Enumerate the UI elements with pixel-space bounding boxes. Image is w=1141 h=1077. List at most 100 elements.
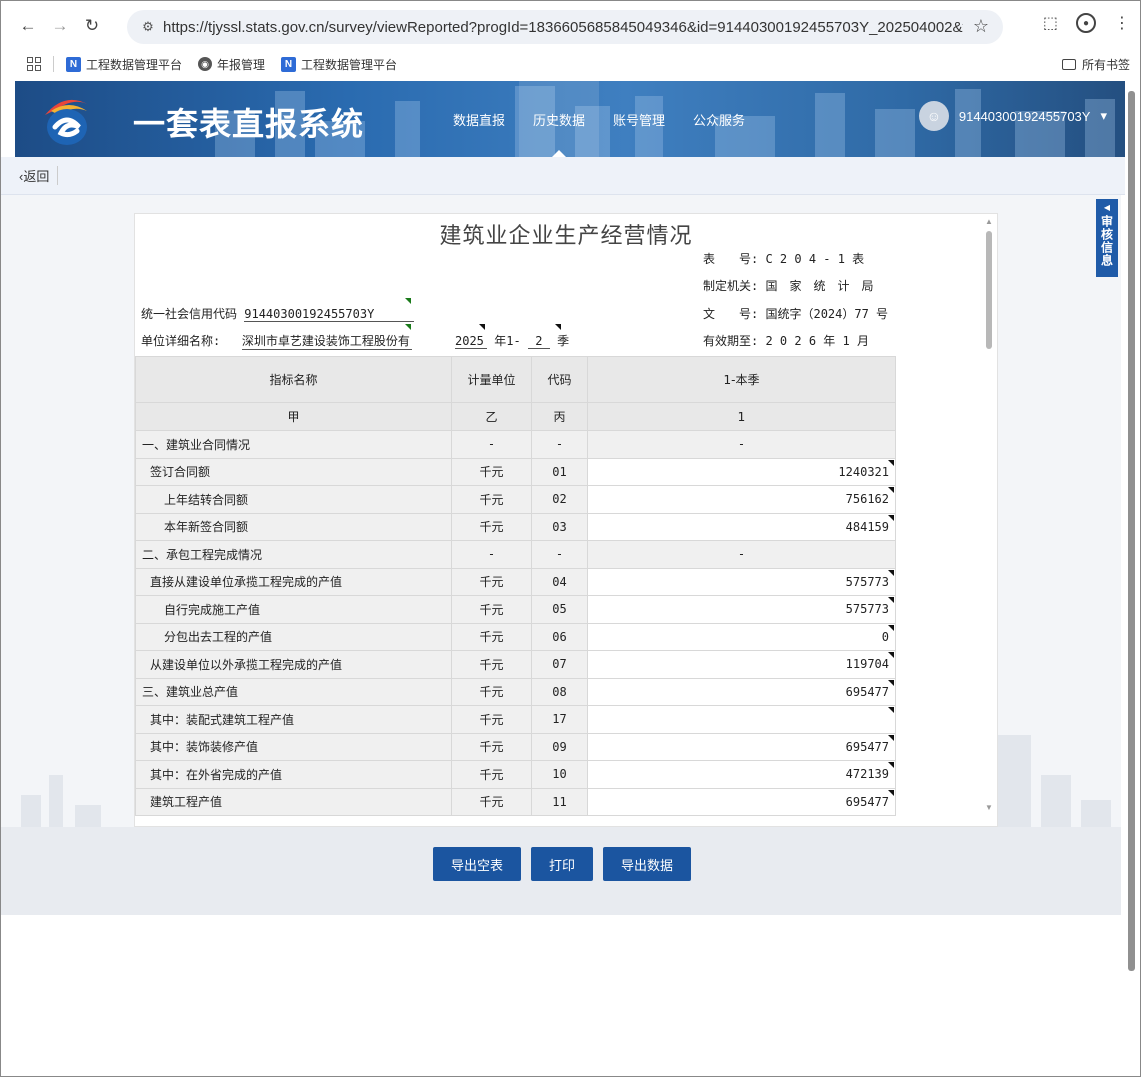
year-field[interactable]: 2025 <box>455 334 487 349</box>
meta-authority: 制定机关: 国 家 统 计 局 <box>703 277 873 294</box>
row-unit: 千元 <box>451 485 532 514</box>
row-value-cell[interactable]: 575773 <box>587 595 896 624</box>
report-title: 建筑业企业生产经营情况 <box>439 224 693 249</box>
all-bookmarks-label: 所有书签 <box>1081 58 1130 72</box>
menu-dots-icon[interactable]: ⋮ <box>1114 13 1130 33</box>
report-scrollbar[interactable]: ▲ ▼ <box>984 217 994 812</box>
divider <box>53 56 54 72</box>
row-unit: - <box>451 430 532 459</box>
logo-icon <box>45 99 89 145</box>
meta-label: 表 号: <box>703 252 759 266</box>
bookmark-label: 工程数据管理平台 <box>301 57 398 72</box>
row-value-cell[interactable]: 119704 <box>587 650 896 679</box>
meta-value: 国统字（2024）77 号 <box>765 307 889 321</box>
caret-left-icon: ◀ <box>1103 203 1111 212</box>
export-empty-button[interactable]: 导出空表 <box>433 847 522 881</box>
year-suffix: 年1- <box>494 334 521 348</box>
nav-public-service[interactable]: 公众服务 <box>679 81 759 157</box>
row-value-cell[interactable]: 1240321 <box>587 457 896 486</box>
export-data-button[interactable]: 导出数据 <box>603 847 692 881</box>
row-unit: 千元 <box>451 677 532 706</box>
row-name: 签订合同额 <box>135 457 452 486</box>
col-code: 丙 <box>531 402 588 431</box>
row-value-cell[interactable]: 695477 <box>587 677 896 706</box>
url-field[interactable]: ⚙ https://tjyssl.stats.gov.cn/survey/vie… <box>127 10 1003 44</box>
row-unit: 千元 <box>451 732 532 761</box>
period-row: 2025 年1- 2 季 <box>455 332 569 349</box>
url-text[interactable]: https://tjyssl.stats.gov.cn/survey/viewR… <box>163 19 963 36</box>
table-row: 三、建筑业总产值 千元 08 695477 <box>135 677 896 706</box>
apps-grid-icon[interactable] <box>27 57 41 71</box>
row-unit: 千元 <box>451 787 532 816</box>
unit-name-row: 单位详细名称: 深圳市卓艺建设装饰工程股份有 <box>141 332 412 350</box>
row-name: 上年结转合同额 <box>135 485 452 514</box>
page-scroll-thumb[interactable] <box>1128 91 1135 971</box>
app-header: 一套表直报系统 数据直报 历史数据 账号管理 公众服务 ☺ 9144030019… <box>15 81 1125 157</box>
site-settings-icon[interactable]: ⚙ <box>133 19 163 35</box>
credit-code-field[interactable]: 91440300192455703Y <box>244 307 415 322</box>
scroll-thumb[interactable] <box>986 231 992 349</box>
forward-arrow-icon[interactable]: → <box>47 13 73 39</box>
scroll-down-icon[interactable]: ▼ <box>985 803 993 812</box>
bookmark-star-icon[interactable]: ☆ <box>973 16 989 37</box>
row-code: 06 <box>531 622 588 651</box>
report-table: 指标名称 计量单位 代码 1-本季 甲 乙 丙 1 一、建筑业合同情况 - - - 签订… <box>135 356 896 816</box>
bookmark-label: 工程数据管理平台 <box>86 57 183 72</box>
chart-icon: N <box>281 56 297 72</box>
row-value-cell: - <box>587 540 896 569</box>
table-row: 从建设单位以外承揽工程完成的产值 千元 07 119704 <box>135 650 896 679</box>
reload-icon[interactable]: ↻ <box>79 13 105 39</box>
page-scrollbar[interactable] <box>1124 81 1138 1076</box>
row-value-cell[interactable]: 472139 <box>587 760 896 789</box>
row-value-cell[interactable]: 756162 <box>587 485 896 514</box>
extensions-icon[interactable]: ⬚ <box>1043 13 1058 33</box>
bookmark-1[interactable]: N 工程数据管理平台 <box>66 56 182 73</box>
back-link[interactable]: ‹返回 <box>19 166 59 185</box>
nav-history-data[interactable]: 历史数据 <box>519 81 600 157</box>
col-code: 乙 <box>451 402 532 431</box>
row-value-cell[interactable]: 695477 <box>587 732 896 761</box>
table-row: 建筑工程产值 千元 11 695477 <box>135 787 896 816</box>
row-value-cell[interactable]: 695477 <box>587 787 896 816</box>
nav-data-report[interactable]: 数据直报 <box>439 81 519 157</box>
print-button[interactable]: 打印 <box>531 847 594 881</box>
bookmark-2[interactable]: ◉ 年报管理 <box>198 56 265 73</box>
quarter-field[interactable]: 2 <box>527 334 550 349</box>
row-name: 直接从建设单位承揽工程完成的产值 <box>135 567 452 596</box>
chevron-down-icon: ▾ <box>1100 108 1107 123</box>
nav-account[interactable]: 账号管理 <box>599 81 679 157</box>
row-value-cell[interactable]: 484159 <box>587 512 896 541</box>
row-name: 建筑工程产值 <box>135 787 452 816</box>
row-unit: 千元 <box>451 760 532 789</box>
profile-icon[interactable]: ● <box>1076 13 1096 33</box>
review-info-tab[interactable]: ◀ 审核信息 <box>1096 199 1118 277</box>
credit-code-label: 统一社会信用代码 <box>141 307 238 321</box>
row-unit: 千元 <box>451 622 532 651</box>
row-value-cell[interactable]: 0 <box>587 622 896 651</box>
cell-marker <box>888 569 894 576</box>
meta-doc-no: 文 号: 国统字（2024）77 号 <box>703 305 888 322</box>
cell-marker <box>888 762 894 768</box>
unit-name-field[interactable]: 深圳市卓艺建设装饰工程股份有 <box>241 332 412 350</box>
row-code: 09 <box>531 732 588 761</box>
cell-marker <box>888 679 894 686</box>
row-name: 其中：装饰装修产值 <box>135 732 452 761</box>
row-unit: 千元 <box>451 705 532 734</box>
cell-marker <box>888 514 894 521</box>
quarter-suffix: 季 <box>557 334 570 348</box>
globe-icon: ◉ <box>198 57 213 71</box>
all-bookmarks[interactable]: 所有书签 <box>1061 56 1130 73</box>
table-row: 二、承包工程完成情况 - - - <box>135 540 896 569</box>
row-unit: 千元 <box>451 595 532 624</box>
cell-marker <box>888 459 894 466</box>
row-value-cell[interactable]: 575773 <box>587 567 896 596</box>
row-code: - <box>531 430 588 459</box>
row-value-cell[interactable] <box>587 705 896 734</box>
bookmark-3[interactable]: N 工程数据管理平台 <box>281 56 397 73</box>
user-menu[interactable]: ☺ 91440300192455703Y ▾ <box>918 101 1107 131</box>
back-arrow-icon[interactable]: ← <box>15 13 41 39</box>
row-name: 其中：装配式建筑工程产值 <box>135 705 452 734</box>
row-code: 02 <box>531 485 588 514</box>
app-title: 一套表直报系统 <box>133 105 365 143</box>
scroll-up-icon[interactable]: ▲ <box>985 217 993 226</box>
